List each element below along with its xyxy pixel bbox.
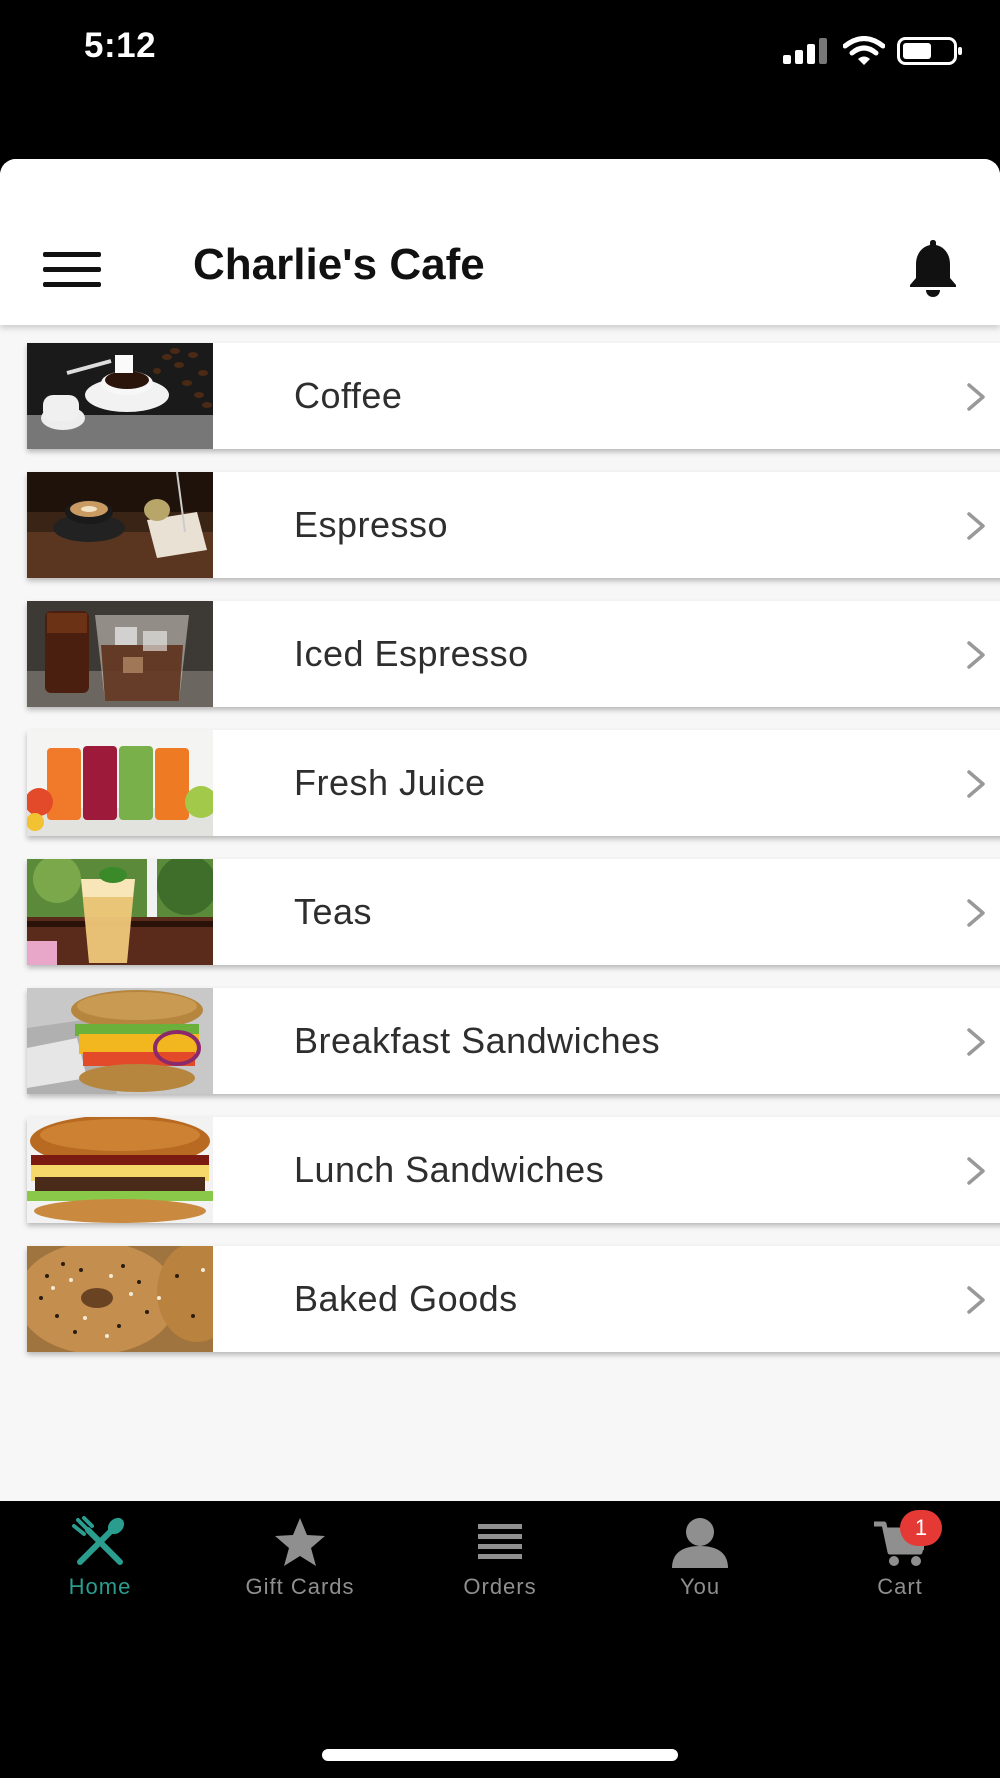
chevron-right-icon	[967, 770, 985, 798]
espresso-photo	[27, 472, 213, 578]
category-label: Lunch Sandwiches	[294, 1149, 605, 1190]
coffee-photo	[27, 343, 213, 449]
category-item-espresso[interactable]: Espresso	[27, 472, 1000, 578]
category-label: Fresh Juice	[294, 762, 486, 803]
breakfast-sandwich-photo	[27, 988, 213, 1094]
category-label: Iced Espresso	[294, 633, 529, 674]
status-bar: 5:12	[0, 0, 1000, 100]
app-content: Charlie's Cafe Coffee Espresso Iced Espr…	[0, 159, 1000, 1501]
tab-home[interactable]: Home	[0, 1516, 200, 1612]
page-title: Charlie's Cafe	[193, 240, 485, 289]
tab-label: Home	[68, 1574, 132, 1599]
battery-icon	[897, 37, 962, 65]
category-label: Teas	[294, 891, 373, 932]
bell-icon[interactable]	[904, 236, 962, 298]
tab-label: You	[679, 1574, 721, 1599]
tab-you[interactable]: You	[600, 1516, 800, 1612]
baked-goods-photo	[27, 1246, 213, 1352]
cellular-signal-icon	[783, 38, 827, 64]
chevron-right-icon	[967, 899, 985, 927]
lunch-sandwich-photo	[27, 1117, 213, 1223]
tab-label: Gift Cards	[245, 1574, 355, 1599]
phone-screen: 5:12 Charlie's Cafe Coffee Espresso Iced…	[0, 0, 1000, 1778]
category-item-breakfast-sandwiches[interactable]: Breakfast Sandwiches	[27, 988, 1000, 1094]
list-icon	[478, 1524, 522, 1559]
hamburger-menu-icon[interactable]	[38, 244, 104, 294]
fresh-juice-photo	[27, 730, 213, 836]
iced-espresso-photo	[27, 601, 213, 707]
category-label: Espresso	[294, 504, 449, 545]
category-item-teas[interactable]: Teas	[27, 859, 1000, 965]
chevron-right-icon	[967, 641, 985, 669]
home-indicator[interactable]	[322, 1749, 678, 1761]
category-label: Coffee	[294, 375, 403, 416]
category-item-baked-goods[interactable]: Baked Goods	[27, 1246, 1000, 1352]
chevron-right-icon	[967, 383, 985, 411]
cart-badge: 1	[900, 1510, 942, 1546]
chevron-right-icon	[967, 1157, 985, 1185]
fork-spoon-icon	[72, 1516, 125, 1565]
tab-label: Cart	[877, 1574, 923, 1599]
category-item-fresh-juice[interactable]: Fresh Juice	[27, 730, 1000, 836]
chevron-right-icon	[967, 1286, 985, 1314]
tab-gift-cards[interactable]: Gift Cards	[200, 1516, 400, 1612]
app-header: Charlie's Cafe	[0, 159, 1000, 325]
tab-orders[interactable]: Orders	[400, 1516, 600, 1612]
chevron-right-icon	[967, 1028, 985, 1056]
wifi-icon	[843, 36, 885, 65]
tab-label: Orders	[463, 1574, 537, 1599]
category-label: Breakfast Sandwiches	[294, 1020, 661, 1061]
person-icon	[672, 1518, 728, 1568]
category-label: Baked Goods	[294, 1278, 518, 1319]
tab-bar: Home Gift Cards Orders You Cart 1	[0, 1501, 1000, 1778]
chevron-right-icon	[967, 512, 985, 540]
category-item-coffee[interactable]: Coffee	[27, 343, 1000, 449]
teas-photo	[27, 859, 213, 965]
category-item-iced-espresso[interactable]: Iced Espresso	[27, 601, 1000, 707]
star-icon	[275, 1518, 325, 1566]
category-item-lunch-sandwiches[interactable]: Lunch Sandwiches	[27, 1117, 1000, 1223]
status-time: 5:12	[84, 26, 157, 65]
